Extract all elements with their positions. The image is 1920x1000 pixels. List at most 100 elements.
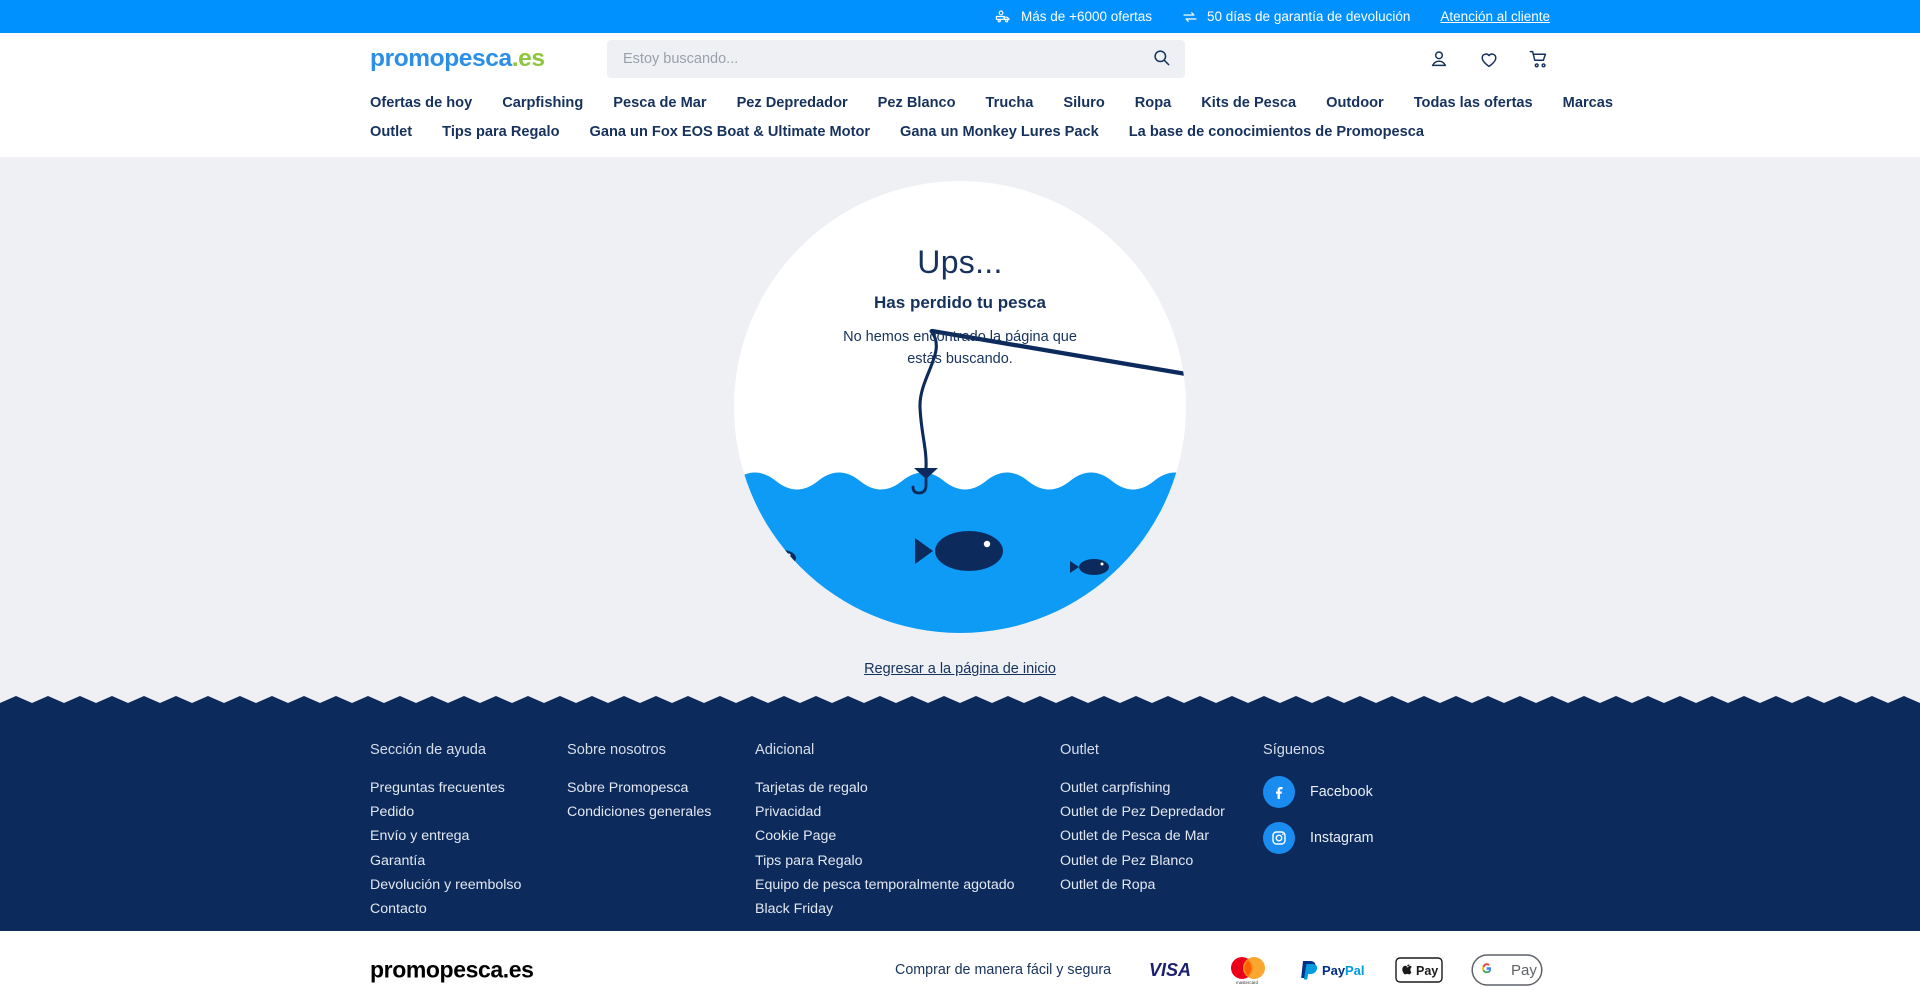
nav-item-pez-depredador[interactable]: Pez Depredador	[737, 93, 848, 113]
nav-item-kits-de-pesca[interactable]: Kits de Pesca	[1201, 93, 1296, 113]
page-root: Más de +6000 ofertas 50 días de garantía…	[0, 0, 1920, 1000]
footer-link-condiciones-generales[interactable]: Condiciones generales	[567, 800, 755, 824]
footer-link-outlet-carpfishing[interactable]: Outlet carpfishing	[1060, 776, 1263, 800]
customer-support-link[interactable]: Atención al cliente	[1440, 9, 1550, 24]
footer-column-title: Sección de ayuda	[370, 742, 487, 758]
social-link-instagram[interactable]: Instagram	[1263, 822, 1463, 854]
search-submit-button[interactable]	[1137, 40, 1185, 78]
nav-item-outlet[interactable]: Outlet	[370, 122, 412, 142]
footer-link-envio-y-entrega[interactable]: Envío y entrega	[370, 824, 567, 848]
site-footer: Sección de ayuda Preguntas frecuentes Pe…	[0, 709, 1920, 931]
footer-link-devolucion-y-reembolso[interactable]: Devolución y reembolso	[370, 873, 567, 897]
site-header: promopesca.es	[0, 33, 1920, 85]
footer-link-sobre-promopesca[interactable]: Sobre Promopesca	[567, 776, 755, 800]
nav-item-pez-blanco[interactable]: Pez Blanco	[878, 93, 956, 113]
wishlist-heart-icon[interactable]	[1478, 48, 1500, 70]
guarantee-badge: 50 días de garantía de devolución	[1182, 9, 1410, 25]
nav-row-primary: Ofertas de hoy Carpfishing Pesca de Mar …	[0, 93, 1920, 113]
nav-item-marcas[interactable]: Marcas	[1563, 93, 1613, 113]
footer-link-black-friday[interactable]: Black Friday	[755, 897, 1060, 921]
footer-column-about: Sobre nosotros Sobre Promopesca Condicio…	[567, 742, 755, 921]
payment-bar: promopesca.es Comprar de manera fácil y …	[0, 931, 1920, 1000]
nav-row-secondary: Outlet Tips para Regalo Gana un Fox EOS …	[0, 122, 1920, 142]
nav-item-tips-para-regalo[interactable]: Tips para Regalo	[442, 122, 559, 142]
back-to-home-link[interactable]: Regresar a la página de inicio	[864, 661, 1056, 677]
footer-link-tarjetas-de-regalo[interactable]: Tarjetas de regalo	[755, 776, 1060, 800]
header-actions	[1428, 48, 1550, 70]
cart-icon[interactable]	[1528, 48, 1550, 70]
google-pay-logo: Pay	[1471, 953, 1543, 987]
footer-link-equipo-agotado[interactable]: Equipo de pesca temporalmente agotado	[755, 873, 1060, 897]
site-logo[interactable]: promopesca.es	[370, 45, 545, 73]
exchange-arrows-icon	[1182, 9, 1198, 25]
svg-text:mastercard: mastercard	[1236, 980, 1259, 985]
footer-link-contacto[interactable]: Contacto	[370, 897, 567, 921]
error-subtitle: Has perdido tu pesca	[874, 293, 1046, 312]
footer-column-title: Sobre nosotros	[567, 742, 666, 758]
logo-text-tld: es	[518, 45, 545, 72]
footer-link-outlet-pez-depredador[interactable]: Outlet de Pez Depredador	[1060, 800, 1263, 824]
guarantee-label: 50 días de garantía de devolución	[1207, 9, 1411, 24]
footer-link-outlet-ropa[interactable]: Outlet de Ropa	[1060, 873, 1263, 897]
social-link-facebook[interactable]: Facebook	[1263, 776, 1463, 808]
nav-item-pesca-de-mar[interactable]: Pesca de Mar	[613, 93, 706, 113]
search-bar[interactable]	[607, 40, 1185, 78]
error-illustration-circle: Ups... Has perdido tu pesca No hemos enc…	[734, 181, 1186, 633]
social-label-instagram: Instagram	[1310, 830, 1374, 846]
visa-logo: VISA	[1145, 958, 1195, 982]
footer-column-title: Outlet	[1060, 742, 1099, 758]
top-announcement-bar: Más de +6000 ofertas 50 días de garantía…	[0, 0, 1920, 33]
footer-logo[interactable]: promopesca.es	[370, 957, 534, 984]
footer-link-preguntas-frecuentes[interactable]: Preguntas frecuentes	[370, 776, 567, 800]
apple-pay-logo: Pay	[1395, 955, 1443, 985]
instagram-icon	[1263, 822, 1295, 854]
footer-link-privacidad[interactable]: Privacidad	[755, 800, 1060, 824]
search-input[interactable]	[607, 40, 1137, 78]
svg-text:VISA: VISA	[1149, 960, 1191, 980]
nav-item-outdoor[interactable]: Outdoor	[1326, 93, 1384, 113]
footer-column-additional: Adicional Tarjetas de regalo Privacidad …	[755, 742, 1060, 921]
nav-item-trucha[interactable]: Trucha	[986, 93, 1034, 113]
footer-columns: Sección de ayuda Preguntas frecuentes Pe…	[0, 709, 1920, 921]
svg-text:Pay: Pay	[1416, 964, 1438, 978]
nav-item-gana-fox-eos-boat[interactable]: Gana un Fox EOS Boat & Ultimate Motor	[590, 122, 871, 142]
svg-text:Pay: Pay	[1322, 963, 1346, 978]
home-link-wrapper: Regresar a la página de inicio	[0, 660, 1920, 678]
logo-text-main: promopesca	[370, 45, 512, 72]
error-description-line2: estás buscando.	[907, 351, 1013, 367]
svg-text:Pay: Pay	[1511, 962, 1537, 979]
nav-item-todas-las-ofertas[interactable]: Todas las ofertas	[1414, 93, 1533, 113]
footer-link-garantia[interactable]: Garantía	[370, 849, 567, 873]
footer-link-outlet-pesca-de-mar[interactable]: Outlet de Pesca de Mar	[1060, 824, 1263, 848]
error-description: No hemos encontrado la página que estás …	[734, 326, 1186, 370]
delivery-truck-icon	[995, 8, 1012, 25]
nav-item-carpfishing[interactable]: Carpfishing	[502, 93, 583, 113]
footer-social-title: Síguenos	[1263, 742, 1325, 758]
search-icon	[1152, 48, 1171, 70]
facebook-icon	[1263, 776, 1295, 808]
footer-logo-text-main: promopesca	[370, 956, 503, 983]
nav-item-ropa[interactable]: Ropa	[1135, 93, 1171, 113]
footer-logo-text-tld: es	[508, 956, 534, 983]
zigzag-divider	[0, 696, 1920, 709]
offers-badge: Más de +6000 ofertas	[995, 8, 1152, 25]
error-404-section: Ups... Has perdido tu pesca No hemos enc…	[0, 157, 1920, 696]
error-title: Ups...	[917, 244, 1003, 280]
payment-methods: Comprar de manera fácil y segura VISA ma…	[895, 953, 1543, 987]
footer-link-outlet-pez-blanco[interactable]: Outlet de Pez Blanco	[1060, 849, 1263, 873]
mastercard-logo: mastercard	[1223, 955, 1271, 985]
footer-link-pedido[interactable]: Pedido	[370, 800, 567, 824]
nav-item-gana-monkey-lures-pack[interactable]: Gana un Monkey Lures Pack	[900, 122, 1099, 142]
main-navigation: Ofertas de hoy Carpfishing Pesca de Mar …	[0, 85, 1920, 157]
footer-link-tips-para-regalo[interactable]: Tips para Regalo	[755, 849, 1060, 873]
account-icon[interactable]	[1428, 48, 1450, 70]
nav-item-siluro[interactable]: Siluro	[1063, 93, 1104, 113]
nav-item-ofertas-de-hoy[interactable]: Ofertas de hoy	[370, 93, 472, 113]
nav-item-base-de-conocimientos[interactable]: La base de conocimientos de Promopesca	[1129, 122, 1424, 142]
svg-text:Pal: Pal	[1345, 963, 1365, 978]
footer-column-title: Adicional	[755, 742, 815, 758]
offers-label: Más de +6000 ofertas	[1021, 9, 1153, 24]
footer-column-outlet: Outlet Outlet carpfishing Outlet de Pez …	[1060, 742, 1263, 921]
footer-link-cookie-page[interactable]: Cookie Page	[755, 824, 1060, 848]
paypal-logo: Pay Pal	[1299, 959, 1367, 981]
